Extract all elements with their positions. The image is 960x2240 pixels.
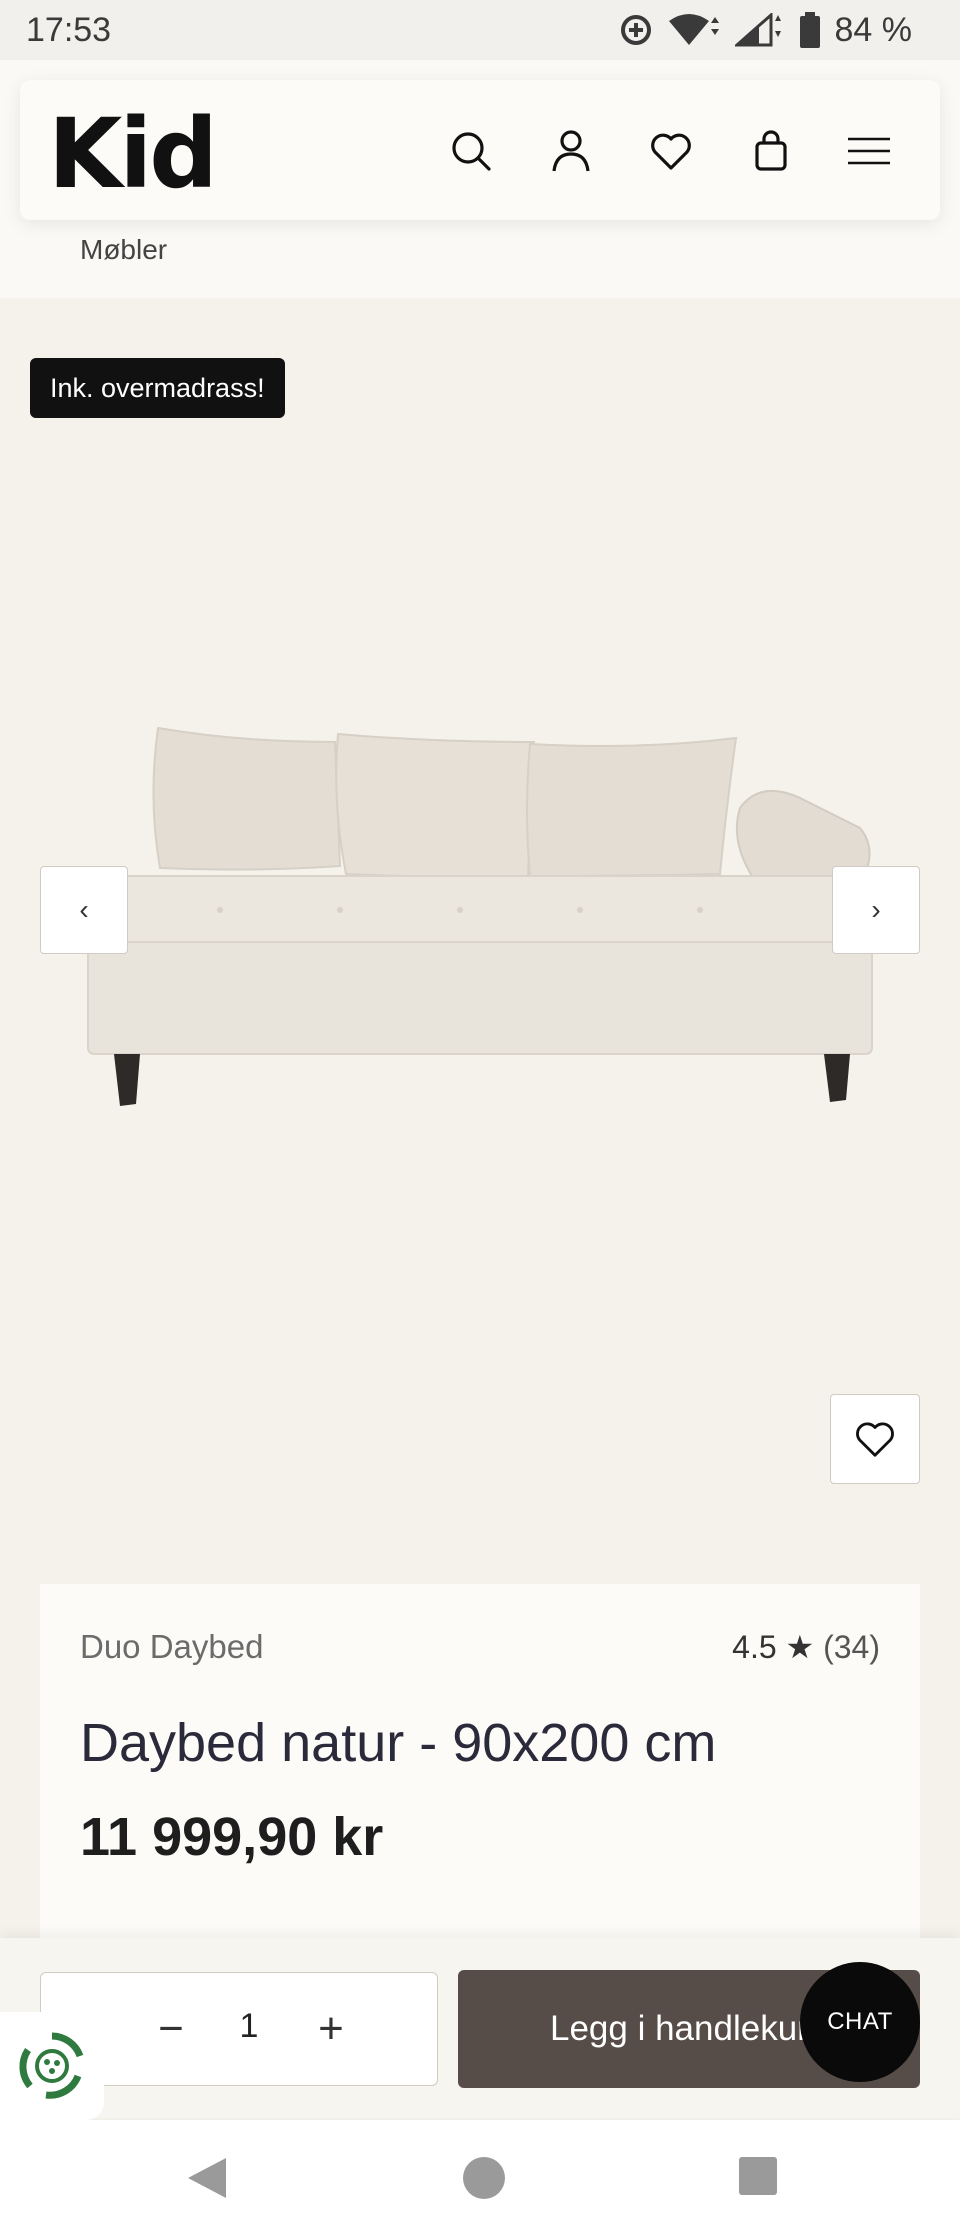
status-icons: 84 % — [619, 10, 913, 50]
eco-badge-widget[interactable] — [0, 2012, 104, 2120]
breadcrumb[interactable]: Møbler — [80, 234, 167, 266]
home-icon[interactable] — [462, 2156, 506, 2200]
promo-badge: Ink. overmadrass! — [30, 358, 285, 418]
account-icon[interactable] — [548, 128, 594, 174]
battery-percent: 84 % — [834, 10, 913, 49]
heart-icon — [856, 1422, 894, 1457]
daybed-product-image — [87, 726, 873, 1106]
kid-logo[interactable]: Kid — [48, 106, 218, 202]
recycle-icon — [19, 2032, 84, 2099]
star-icon: ★ — [785, 1629, 815, 1665]
gallery-prev-button[interactable]: ‹ — [40, 866, 128, 954]
chat-button[interactable]: CHAT — [800, 1962, 920, 2082]
battery-icon — [799, 12, 820, 48]
product-brand[interactable]: Duo Daybed — [80, 1628, 263, 1666]
product-title: Daybed natur - 90x200 cm — [80, 1713, 717, 1773]
product-info-card: Duo Daybed 4.5 ★ (34) Daybed natur - 90x… — [40, 1584, 920, 1944]
product-price: 11 999,90 kr — [80, 1807, 384, 1867]
recents-icon[interactable] — [738, 2156, 778, 2196]
increase-quantity-button[interactable]: + — [303, 2001, 359, 2057]
back-icon[interactable] — [186, 2156, 228, 2200]
menu-icon[interactable] — [846, 128, 892, 174]
wifi-icon — [668, 14, 719, 45]
add-to-wishlist-button[interactable] — [830, 1394, 920, 1484]
gallery-next-button[interactable]: › — [832, 866, 920, 954]
signal-icon — [734, 13, 781, 47]
site-header: Kid — [20, 80, 940, 220]
system-nav-bar — [0, 2120, 960, 2240]
data-saver-icon — [620, 15, 651, 45]
bag-icon[interactable] — [748, 128, 794, 174]
heart-icon[interactable] — [648, 128, 694, 174]
search-icon[interactable] — [448, 128, 494, 174]
decrease-quantity-button[interactable]: − — [143, 2001, 199, 2057]
status-bar: 17:53 84 % — [0, 0, 960, 60]
rating-value: 4.5 — [732, 1629, 777, 1665]
status-time: 17:53 — [26, 10, 112, 49]
product-rating[interactable]: 4.5 ★ (34) — [732, 1628, 880, 1666]
rating-count: (34) — [823, 1629, 880, 1665]
quantity-value[interactable]: 1 — [229, 2007, 269, 2046]
